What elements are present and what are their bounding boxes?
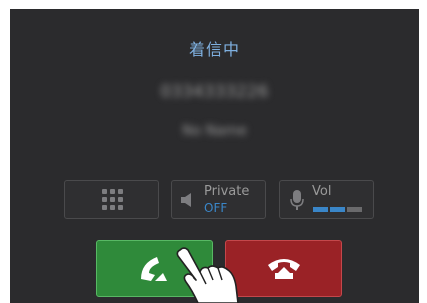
private-label: Private: [204, 184, 250, 199]
volume-label: Vol: [312, 184, 332, 199]
phone-answer-icon: [141, 257, 167, 281]
private-value: OFF: [204, 201, 228, 215]
caller-number: 0334333226: [160, 82, 269, 102]
volume-level-bar: [313, 207, 328, 212]
phone-hangup-icon: [268, 259, 300, 279]
microphone-icon: [290, 190, 304, 210]
speaker-icon: [181, 193, 191, 207]
call-status-title: 着信中: [188, 40, 240, 59]
pointing-hand-icon: [176, 247, 239, 303]
volume-level-bar: [330, 207, 345, 212]
keypad-button[interactable]: [64, 180, 159, 219]
private-toggle-button[interactable]: Private OFF: [171, 180, 266, 219]
caller-name: No Name: [182, 123, 247, 139]
volume-button[interactable]: Vol: [279, 180, 374, 219]
keypad-icon: [102, 189, 123, 210]
volume-level-bar: [347, 207, 362, 212]
